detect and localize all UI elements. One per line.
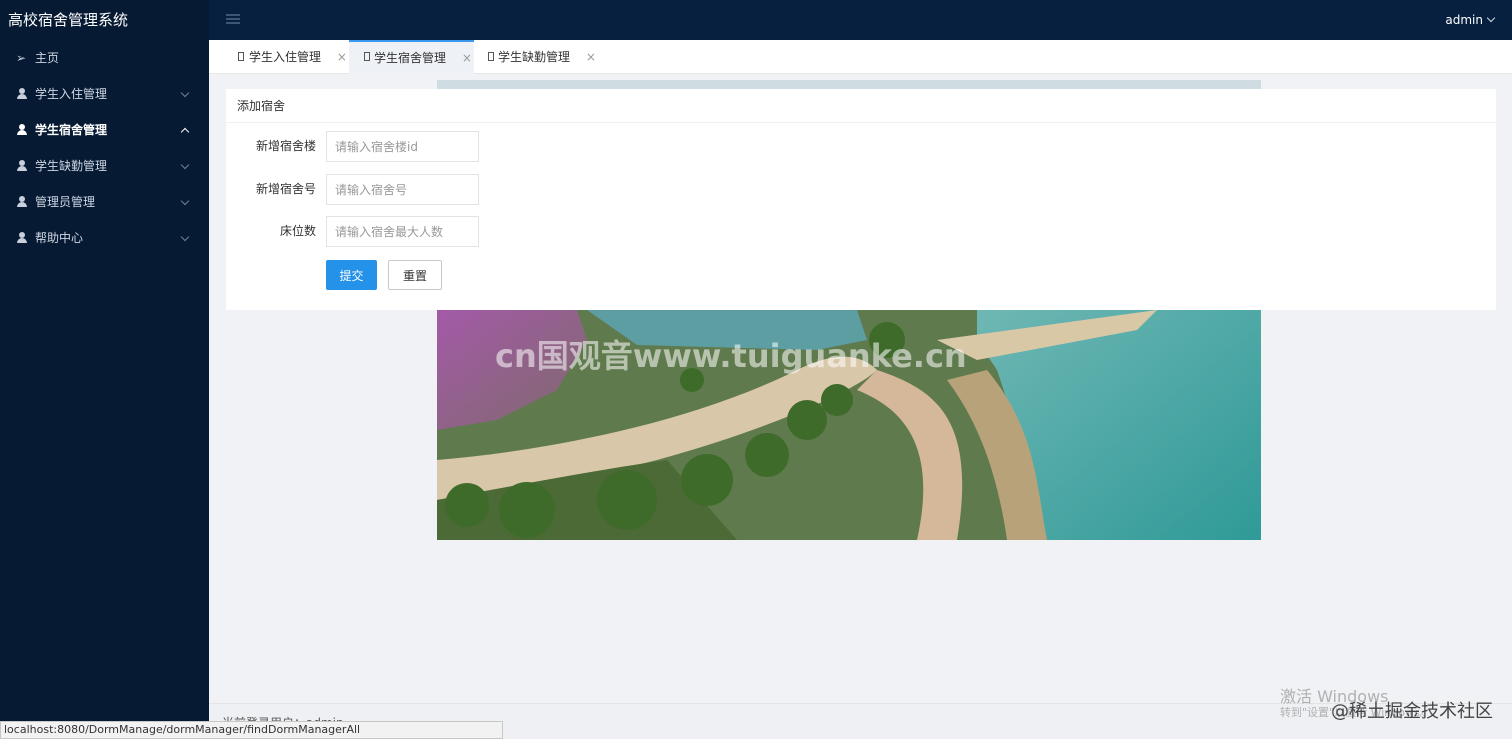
- chevron-down-icon: [180, 196, 190, 206]
- beds-label: 床位数: [279, 224, 316, 238]
- room-label: 新增宿舍号: [255, 182, 316, 196]
- close-icon[interactable]: ×: [586, 50, 596, 64]
- juejin-watermark: @稀土掘金技术社区: [1331, 701, 1493, 722]
- sidebar-item-checkin[interactable]: 学生入住管理: [0, 76, 209, 112]
- sidebar-item-label: 帮助中心: [35, 231, 84, 245]
- document-icon: [364, 52, 370, 61]
- document-icon: [488, 52, 494, 61]
- tab-label: 学生宿舍管理: [374, 51, 447, 65]
- document-icon: [238, 52, 244, 61]
- close-icon[interactable]: ×: [337, 50, 347, 64]
- top-header: 高校宿舍管理系统 admin: [0, 0, 1512, 40]
- add-dorm-card: 添加宿舍 新增宿舍楼 新增宿舍号 床位数 提交 重置: [226, 89, 1496, 310]
- user-icon: [16, 124, 28, 136]
- campus-photo: cn国观音www.tuiguanke.cn: [437, 310, 1261, 540]
- building-id-input[interactable]: [326, 131, 479, 162]
- room-number-input[interactable]: [326, 174, 479, 205]
- user-icon: [16, 160, 28, 172]
- chevron-up-icon: [180, 127, 190, 137]
- card-title: 添加宿舍: [226, 89, 1496, 123]
- user-icon: [16, 88, 28, 100]
- sidebar-item-label: 主页: [35, 51, 60, 65]
- sidebar: ➢ 主页 学生入住管理 学生宿舍管理 学生缺勤管理 管理员管理 帮助中心: [0, 40, 209, 739]
- tab-label: 学生缺勤管理: [498, 50, 571, 64]
- sidebar-item-label: 管理员管理: [35, 195, 96, 209]
- sidebar-item-label: 学生宿舍管理: [35, 123, 108, 137]
- chevron-down-icon: [180, 232, 190, 242]
- photo-watermark: cn国观音www.tuiguanke.cn: [495, 337, 967, 375]
- status-bar-url: localhost:8080/DormManage/dormManager/fi…: [0, 721, 503, 739]
- app-title: 高校宿舍管理系统: [0, 0, 209, 40]
- sidebar-item-admin[interactable]: 管理员管理: [0, 184, 209, 220]
- bed-count-input[interactable]: [326, 216, 479, 247]
- background-image-edge: [437, 80, 1261, 89]
- sidebar-item-home[interactable]: ➢ 主页: [0, 40, 209, 76]
- sidebar-item-label: 学生缺勤管理: [35, 159, 108, 173]
- reset-button[interactable]: 重置: [388, 260, 442, 290]
- sidebar-item-absence[interactable]: 学生缺勤管理: [0, 148, 209, 184]
- chevron-down-icon: [180, 160, 190, 170]
- sidebar-item-help[interactable]: 帮助中心: [0, 220, 209, 256]
- building-label: 新增宿舍楼: [255, 139, 316, 153]
- sidebar-item-dorm[interactable]: 学生宿舍管理: [0, 112, 209, 148]
- user-icon: [16, 232, 28, 244]
- sidebar-item-label: 学生入住管理: [35, 87, 108, 101]
- close-icon[interactable]: ×: [462, 51, 472, 65]
- tab-checkin[interactable]: 学生入住管理 ×: [209, 40, 349, 74]
- submit-button[interactable]: 提交: [326, 260, 377, 290]
- tab-dorm[interactable]: 学生宿舍管理 ×: [349, 40, 474, 74]
- chevron-down-icon: [1486, 13, 1496, 23]
- user-icon: [16, 196, 28, 208]
- chevron-down-icon: [180, 88, 190, 98]
- tab-absence[interactable]: 学生缺勤管理 ×: [474, 40, 604, 74]
- menu-toggle-icon[interactable]: [226, 14, 240, 24]
- user-name: admin: [1445, 13, 1483, 27]
- user-menu[interactable]: admin: [1445, 0, 1496, 40]
- paper-plane-icon: ➢: [16, 51, 27, 65]
- tab-label: 学生入住管理: [249, 50, 322, 64]
- tab-bar: 学生入住管理 × 学生宿舍管理 × 学生缺勤管理 ×: [209, 40, 1512, 74]
